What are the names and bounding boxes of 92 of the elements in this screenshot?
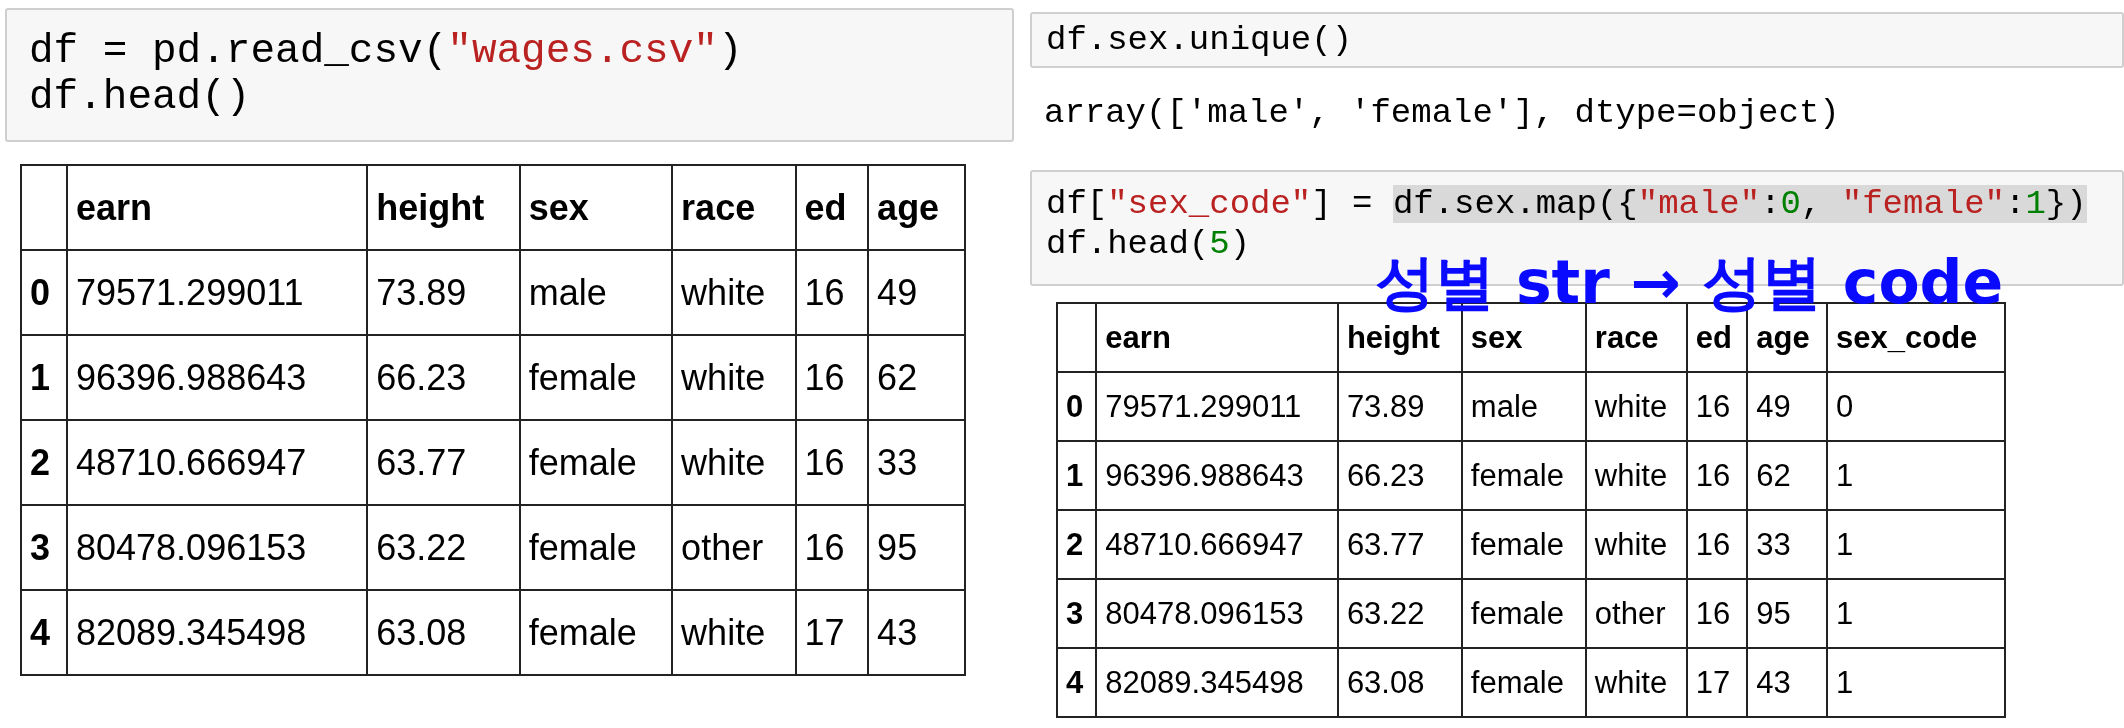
- table-cell: white: [672, 590, 796, 675]
- table-cell: female: [1461, 441, 1586, 510]
- table-cell: 16: [1686, 372, 1748, 441]
- table-cell: female: [1461, 648, 1586, 717]
- table-cell: 16: [1686, 441, 1748, 510]
- row-index: 1: [1057, 441, 1097, 510]
- table-cell: 48710.666947: [67, 420, 368, 505]
- table-cell: 73.89: [1337, 372, 1462, 441]
- code-line: df = pd.read_csv("wages.csv"): [29, 28, 743, 74]
- table-cell: male: [519, 250, 673, 335]
- table-cell: 80478.096153: [67, 505, 368, 590]
- table-cell: 1: [1827, 441, 2005, 510]
- table-cell: 43: [1747, 648, 1827, 717]
- table-cell: 62: [868, 335, 965, 420]
- row-index: 2: [21, 420, 67, 505]
- table-cell: 1: [1827, 648, 2005, 717]
- column-header: sex_code: [1827, 303, 2005, 372]
- table-cell: 96396.988643: [1096, 441, 1338, 510]
- table-cell: 95: [868, 505, 965, 590]
- row-index: 4: [21, 590, 67, 675]
- row-index: 3: [1057, 579, 1097, 648]
- row-index: 0: [1057, 372, 1097, 441]
- table-cell: 82089.345498: [67, 590, 368, 675]
- table-cell: other: [1585, 579, 1687, 648]
- table-cell: 17: [795, 590, 869, 675]
- code-line: df.head(5): [1046, 224, 1251, 264]
- table-cell: 16: [795, 420, 869, 505]
- cell-output: array(['male', 'female'], dtype=object): [1044, 94, 1840, 132]
- table-cell: 63.22: [367, 505, 520, 590]
- table-cell: 48710.666947: [1096, 510, 1338, 579]
- table-cell: 16: [1686, 579, 1748, 648]
- code-line: df.head(): [29, 74, 251, 120]
- code-cell[interactable]: df = pd.read_csv("wages.csv") df.head(): [5, 8, 1014, 142]
- table-cell: other: [672, 505, 796, 590]
- table-cell: 16: [795, 335, 869, 420]
- row-index: 4: [1057, 648, 1097, 717]
- table-cell: 95: [1747, 579, 1827, 648]
- table-cell: 63.08: [1337, 648, 1462, 717]
- column-header: race: [672, 165, 796, 250]
- table-cell: white: [1585, 510, 1687, 579]
- table-cell: 63.77: [367, 420, 520, 505]
- code-line: df.sex.unique(): [1046, 20, 1353, 60]
- table-cell: 63.08: [367, 590, 520, 675]
- table-cell: 0: [1827, 372, 2005, 441]
- table-cell: white: [672, 420, 796, 505]
- column-header: earn: [1096, 303, 1338, 372]
- table-cell: 33: [868, 420, 965, 505]
- row-index: 0: [21, 250, 67, 335]
- row-index: 1: [21, 335, 67, 420]
- column-header: earn: [67, 165, 368, 250]
- table-cell: white: [672, 335, 796, 420]
- table-cell: female: [1461, 510, 1586, 579]
- table-cell: 16: [795, 250, 869, 335]
- table-cell: 33: [1747, 510, 1827, 579]
- table-cell: 17: [1686, 648, 1748, 717]
- table-cell: 62: [1747, 441, 1827, 510]
- table-cell: 80478.096153: [1096, 579, 1338, 648]
- column-header: ed: [795, 165, 869, 250]
- column-header: age: [868, 165, 965, 250]
- row-index: 3: [21, 505, 67, 590]
- table-cell: white: [1585, 648, 1687, 717]
- table-cell: 63.77: [1337, 510, 1462, 579]
- table-cell: 79571.299011: [67, 250, 368, 335]
- table-cell: white: [1585, 372, 1687, 441]
- table-cell: 73.89: [367, 250, 520, 335]
- column-header: height: [367, 165, 520, 250]
- table-cell: 1: [1827, 579, 2005, 648]
- table-cell: 16: [1686, 510, 1748, 579]
- code-line: df["sex_code"] = df.sex.map({"male":0, "female":1}): [1046, 184, 2087, 224]
- table-cell: white: [1585, 441, 1687, 510]
- table-cell: 66.23: [1337, 441, 1462, 510]
- table-cell: 49: [1747, 372, 1827, 441]
- table-cell: white: [672, 250, 796, 335]
- table-cell: 1: [1827, 510, 2005, 579]
- table-cell: female: [519, 505, 673, 590]
- code-cell[interactable]: df.sex.unique(): [1030, 12, 2124, 68]
- column-header: sex: [519, 165, 673, 250]
- column-header: race: [1585, 303, 1687, 372]
- table-cell: 49: [868, 250, 965, 335]
- table-cell: 79571.299011: [1096, 372, 1338, 441]
- table-cell: female: [519, 420, 673, 505]
- table-cell: female: [519, 335, 673, 420]
- table-cell: 96396.988643: [67, 335, 368, 420]
- table-cell: 82089.345498: [1096, 648, 1338, 717]
- table-cell: female: [519, 590, 673, 675]
- table-cell: 43: [868, 590, 965, 675]
- row-index: 2: [1057, 510, 1097, 579]
- table-cell: 16: [795, 505, 869, 590]
- table-cell: female: [1461, 579, 1586, 648]
- table-cell: 63.22: [1337, 579, 1462, 648]
- table-cell: 66.23: [367, 335, 520, 420]
- table-cell: male: [1461, 372, 1586, 441]
